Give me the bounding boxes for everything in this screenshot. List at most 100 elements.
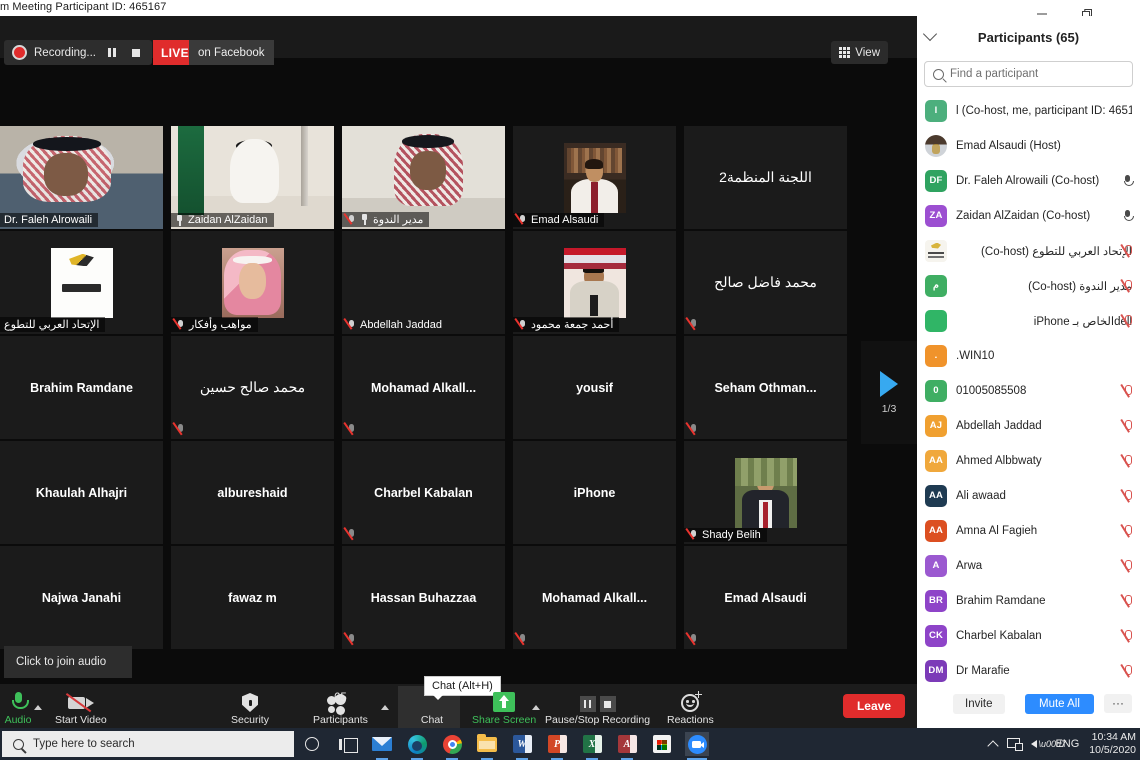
participants-panel: Participants (65) Find a participant ll … — [917, 16, 1140, 728]
share-options-caret-icon[interactable] — [532, 705, 540, 710]
access-icon[interactable]: A — [615, 732, 639, 756]
mic-muted-icon[interactable] — [1122, 629, 1133, 643]
invite-button[interactable]: Invite — [953, 694, 1005, 714]
mic-on-icon[interactable] — [1122, 209, 1133, 223]
mic-muted-icon[interactable] — [1122, 524, 1133, 538]
excel-icon[interactable]: X — [580, 732, 604, 756]
video-tile[interactable]: محمد صالح حسين — [171, 336, 334, 439]
participant-initials-avatar: A — [925, 555, 947, 577]
security-button[interactable]: Security — [228, 690, 272, 726]
video-tile[interactable]: iPhone — [513, 441, 676, 544]
mic-on-icon[interactable] — [1122, 174, 1133, 188]
stop-recording-button[interactable] — [127, 44, 144, 61]
video-tile[interactable]: yousif — [513, 336, 676, 439]
participant-row[interactable]: dellالخاص بـ iPhone — [917, 303, 1140, 338]
audio-options-caret-icon[interactable] — [34, 705, 42, 710]
participant-row[interactable]: AAAli awaad — [917, 478, 1140, 513]
participant-search-input[interactable]: Find a participant — [924, 61, 1133, 87]
mic-muted-icon[interactable] — [1122, 664, 1133, 678]
chevron-down-icon[interactable] — [923, 27, 937, 41]
video-tile[interactable]: Najwa Janahi — [0, 546, 163, 649]
video-tile[interactable]: الإتحاد العربي للتطوع — [0, 231, 163, 334]
video-tile[interactable]: Khaulah Alhajri — [0, 441, 163, 544]
cortana-circle-icon[interactable] — [300, 732, 324, 756]
microsoft-store-icon[interactable] — [650, 732, 674, 756]
reactions-button[interactable]: Reactions — [667, 690, 714, 726]
participant-row[interactable]: 001005085508 — [917, 373, 1140, 408]
video-tile[interactable]: Zaidan AlZaidan — [171, 126, 334, 229]
video-tile[interactable]: Emad Alsaudi — [684, 546, 847, 649]
mic-muted-icon[interactable] — [1122, 314, 1133, 328]
participant-row[interactable]: DMDr Marafie — [917, 653, 1140, 688]
video-tile[interactable]: اللجنة المنظمة2 — [684, 126, 847, 229]
pause-stop-recording-button[interactable]: Pause/Stop Recording — [545, 690, 650, 726]
video-tile[interactable]: Mohamad Alkall... — [342, 336, 505, 439]
participant-row[interactable]: ll (Co-host, me, participant ID: 465167) — [917, 93, 1140, 128]
participant-row[interactable]: BRBrahim Ramdane — [917, 583, 1140, 618]
join-audio-tooltip[interactable]: Click to join audio — [4, 646, 132, 678]
mic-muted-icon[interactable] — [1122, 454, 1133, 468]
participant-row[interactable]: AAAhmed Albbwaty — [917, 443, 1140, 478]
mail-icon[interactable] — [370, 732, 394, 756]
video-tile[interactable]: Abdellah Jaddad — [342, 231, 505, 334]
start-video-button[interactable]: Start Video — [55, 690, 107, 726]
video-tile[interactable]: Mohamad Alkall... — [513, 546, 676, 649]
video-tile[interactable]: Charbel Kabalan — [342, 441, 505, 544]
video-tile[interactable]: محمد فاضل صالح — [684, 231, 847, 334]
video-tile[interactable]: مدير الندوة — [342, 126, 505, 229]
mute-all-button[interactable]: Mute All — [1025, 694, 1094, 714]
participants-list: ll (Co-host, me, participant ID: 465167)… — [917, 93, 1140, 688]
participant-row[interactable]: ZAZaidan AlZaidan (Co-host) — [917, 198, 1140, 233]
taskbar-search-input[interactable]: Type here to search — [2, 731, 294, 757]
mic-muted-icon[interactable] — [1122, 244, 1133, 258]
network-icon[interactable] — [1007, 738, 1021, 750]
participant-name: Arwa — [956, 560, 1132, 572]
video-tile[interactable]: مواهب وأفكار — [171, 231, 334, 334]
video-tile[interactable]: fawaz m — [171, 546, 334, 649]
file-explorer-icon[interactable] — [475, 732, 499, 756]
participant-row[interactable]: ممدير الندوة (Co-host) — [917, 268, 1140, 303]
video-tile[interactable]: Shady Belih — [684, 441, 847, 544]
participant-row[interactable]: Emad Alsaudi (Host) — [917, 128, 1140, 163]
video-tile[interactable]: Emad Alsaudi — [513, 126, 676, 229]
participant-row[interactable]: ..WIN10 — [917, 338, 1140, 373]
mic-muted-icon[interactable] — [1122, 594, 1133, 608]
view-button-label: View — [855, 47, 880, 59]
video-tile[interactable]: Dr. Faleh Alrowaili — [0, 126, 163, 229]
chrome-icon[interactable] — [440, 732, 464, 756]
view-button[interactable]: View — [831, 41, 888, 64]
tray-clock[interactable]: 10:34 AM 10/5/2020 — [1089, 731, 1136, 757]
task-view-icon[interactable] — [335, 732, 359, 756]
pause-recording-button[interactable] — [103, 44, 120, 61]
leave-button[interactable]: Leave — [843, 694, 905, 718]
edge-icon[interactable] — [405, 732, 429, 756]
zoom-icon[interactable] — [685, 732, 709, 756]
participants-options-caret-icon[interactable] — [381, 705, 389, 710]
mic-muted-icon[interactable] — [1122, 384, 1133, 398]
share-screen-button[interactable]: Share Screen — [472, 690, 536, 726]
participant-row[interactable]: AJAbdellah Jaddad — [917, 408, 1140, 443]
video-tile[interactable]: أحمد جمعة محمود — [513, 231, 676, 334]
powerpoint-icon[interactable]: P — [545, 732, 569, 756]
participants-button[interactable]: 65 Participants — [313, 690, 368, 726]
participant-row[interactable]: CKCharbel Kabalan — [917, 618, 1140, 653]
mic-muted-icon[interactable] — [1122, 559, 1133, 573]
video-tile[interactable]: Brahim Ramdane — [0, 336, 163, 439]
volume-muted-icon[interactable]: \u00d7 — [1031, 738, 1045, 750]
video-tile[interactable]: albureshaid — [171, 441, 334, 544]
next-page-button[interactable]: 1/3 — [861, 341, 917, 444]
mic-muted-icon[interactable] — [1122, 489, 1133, 503]
participant-photo-avatar — [925, 135, 947, 157]
participant-row[interactable]: الإتحاد العربي للتطوع (Co-host) — [917, 233, 1140, 268]
participant-row[interactable]: DFDr. Faleh Alrowaili (Co-host) — [917, 163, 1140, 198]
video-tile[interactable]: Hassan Buhazzaa — [342, 546, 505, 649]
mic-muted-icon[interactable] — [1122, 279, 1133, 293]
participant-name: الإتحاد العربي للتطوع (Co-host) — [956, 244, 1132, 258]
more-options-button[interactable]: ··· — [1104, 694, 1132, 713]
mic-muted-icon[interactable] — [1122, 419, 1133, 433]
video-tile[interactable]: Seham Othman... — [684, 336, 847, 439]
chevron-up-icon[interactable] — [988, 740, 999, 751]
word-icon[interactable]: W — [510, 732, 534, 756]
participant-row[interactable]: A Arwa — [917, 548, 1140, 583]
participant-row[interactable]: AAAmna Al Fagieh — [917, 513, 1140, 548]
